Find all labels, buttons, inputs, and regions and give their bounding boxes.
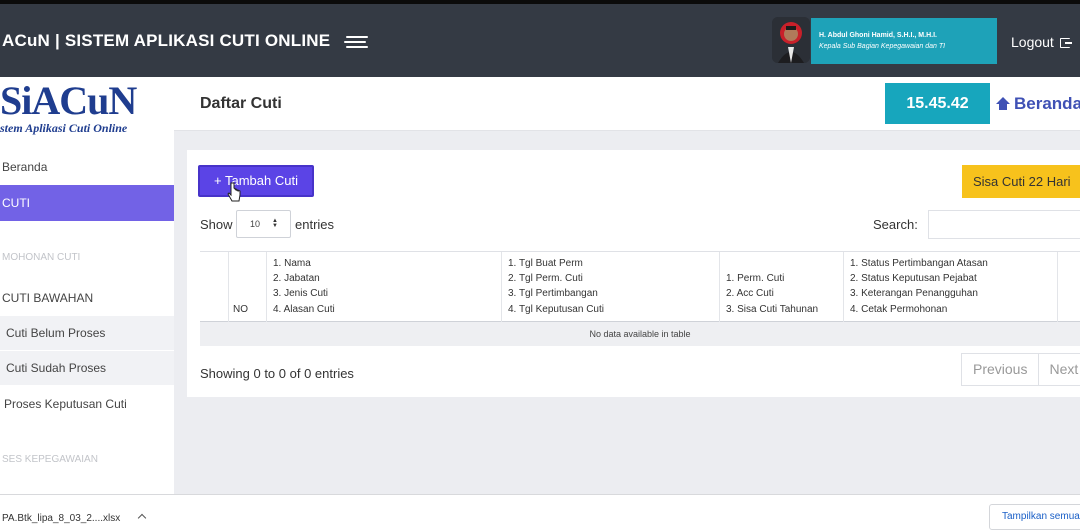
show-all-downloads-button[interactable]: Tampilkan semua	[989, 504, 1080, 530]
column-header-leave-count[interactable]: 1. Perm. Cuti 2. Acc Cuti 3. Sisa Cuti T…	[719, 252, 843, 322]
entries-value: 10	[250, 219, 261, 229]
top-navbar: ACuN | SISTEM APLIKASI CUTI ONLINE H. Ab…	[0, 4, 1080, 77]
column-header-identity[interactable]: 1. Nama 2. Jabatan 3. Jenis Cuti 4. Alas…	[266, 252, 501, 322]
user-name: H. Abdul Ghoni Hamid, S.H.I., M.H.I.	[819, 32, 937, 39]
column-header-action[interactable]	[1057, 252, 1080, 322]
column-line: 1. Nama	[273, 258, 311, 269]
download-bar: PA.Btk_lipa_8_03_2....xlsx Tampilkan sem…	[0, 494, 1080, 532]
home-icon	[996, 97, 1010, 110]
download-file-name[interactable]: PA.Btk_lipa_8_03_2....xlsx	[2, 513, 120, 524]
column-line: 4. Alasan Cuti	[273, 304, 335, 315]
logo: SiACuN	[0, 78, 137, 123]
column-line: 2. Status Keputusan Pejabat	[850, 273, 977, 284]
empty-table-message: No data available in table	[200, 322, 1080, 346]
logout-label: Logout	[1011, 34, 1054, 50]
user-role: Kepala Sub Bagian Kepegawaian dan TI	[819, 43, 946, 50]
sidebar-item-cuti-sudah-proses[interactable]: Cuti Sudah Proses	[0, 351, 174, 385]
sidebar-item-cuti[interactable]: CUTI	[0, 185, 174, 221]
page-title: Daftar Cuti	[200, 95, 282, 112]
column-header-blank[interactable]	[200, 252, 228, 322]
column-line: 4. Cetak Permohonan	[850, 304, 948, 315]
column-line: 2. Jabatan	[273, 273, 320, 284]
column-line: 1. Perm. Cuti	[726, 273, 785, 284]
breadcrumb-home-link[interactable]: Beranda	[996, 94, 1080, 114]
clock-badge: 15.45.42	[885, 83, 990, 124]
leave-list-card: + Tambah Cuti Sisa Cuti 22 Hari Show 10 …	[187, 150, 1080, 397]
mouse-cursor-icon	[227, 182, 241, 202]
entries-select[interactable]: 10 ▲ ▼	[236, 210, 291, 238]
sidebar-item-beranda[interactable]: Beranda	[0, 160, 174, 174]
sidebar-header-permohonan: MOHONAN CUTI	[2, 252, 81, 263]
pagination: Previous Next	[961, 353, 1080, 386]
user-info-card[interactable]: H. Abdul Ghoni Hamid, S.H.I., M.H.I. Kep…	[811, 18, 997, 64]
table-info: Showing 0 to 0 of 0 entries	[200, 366, 354, 381]
remaining-leave-badge: Sisa Cuti 22 Hari	[962, 165, 1080, 198]
app-title: ACuN | SISTEM APLIKASI CUTI ONLINE	[2, 31, 331, 50]
logout-icon	[1059, 38, 1072, 48]
column-line: 2. Tgl Perm. Cuti	[508, 273, 583, 284]
sidebar-item-proses-keputusan[interactable]: Proses Keputusan Cuti	[0, 397, 174, 411]
column-line: 2. Acc Cuti	[726, 288, 774, 299]
table-header-row: NO 1. Nama 2. Jabatan 3. Jenis Cuti 4. A…	[200, 251, 1080, 322]
search-input[interactable]	[928, 210, 1080, 239]
column-line: 3. Sisa Cuti Tahunan	[726, 304, 819, 315]
column-line: 1. Tgl Buat Perm	[508, 258, 583, 269]
column-line: 4. Tgl Keputusan Cuti	[508, 304, 604, 315]
sidebar-item-cuti-bawahan[interactable]: CUTI BAWAHAN	[0, 291, 174, 305]
search-label: Search:	[873, 217, 918, 232]
previous-page-button[interactable]: Previous	[962, 354, 1038, 385]
column-line: 3. Jenis Cuti	[273, 288, 329, 299]
content-header: Daftar Cuti 15.45.42 Beranda	[174, 77, 1080, 131]
logout-button[interactable]: Logout	[1011, 34, 1072, 50]
sidebar: SiACuN stem Aplikasi Cuti Online Beranda…	[0, 77, 174, 494]
leave-table: NO 1. Nama 2. Jabatan 3. Jenis Cuti 4. A…	[200, 251, 1080, 346]
column-line: NO	[233, 304, 248, 315]
chevron-up-icon[interactable]	[137, 511, 147, 521]
entries-label: entries	[295, 217, 335, 232]
column-line: 1. Status Pertimbangan Atasan	[850, 258, 988, 269]
avatar	[772, 17, 810, 63]
column-header-status[interactable]: 1. Status Pertimbangan Atasan 2. Status …	[843, 252, 1057, 322]
next-page-button[interactable]: Next	[1038, 354, 1080, 385]
logo-subtitle: stem Aplikasi Cuti Online	[0, 121, 128, 135]
column-line: 3. Tgl Pertimbangan	[508, 288, 598, 299]
column-header-dates[interactable]: 1. Tgl Buat Perm 2. Tgl Perm. Cuti 3. Tg…	[501, 252, 719, 322]
menu-toggle-icon[interactable]	[339, 33, 373, 49]
sidebar-header-kepegawaian: SES KEPEGAWAIAN	[2, 454, 98, 465]
sidebar-item-cuti-belum-proses[interactable]: Cuti Belum Proses	[0, 316, 174, 350]
select-arrows-icon: ▲ ▼	[272, 218, 278, 229]
add-leave-button[interactable]: + Tambah Cuti	[198, 165, 314, 197]
column-header-no[interactable]: NO	[228, 252, 266, 322]
column-line: 3. Keterangan Penangguhan	[850, 288, 978, 299]
show-label: Show	[200, 217, 233, 232]
breadcrumb-home-label: Beranda	[1014, 94, 1080, 113]
